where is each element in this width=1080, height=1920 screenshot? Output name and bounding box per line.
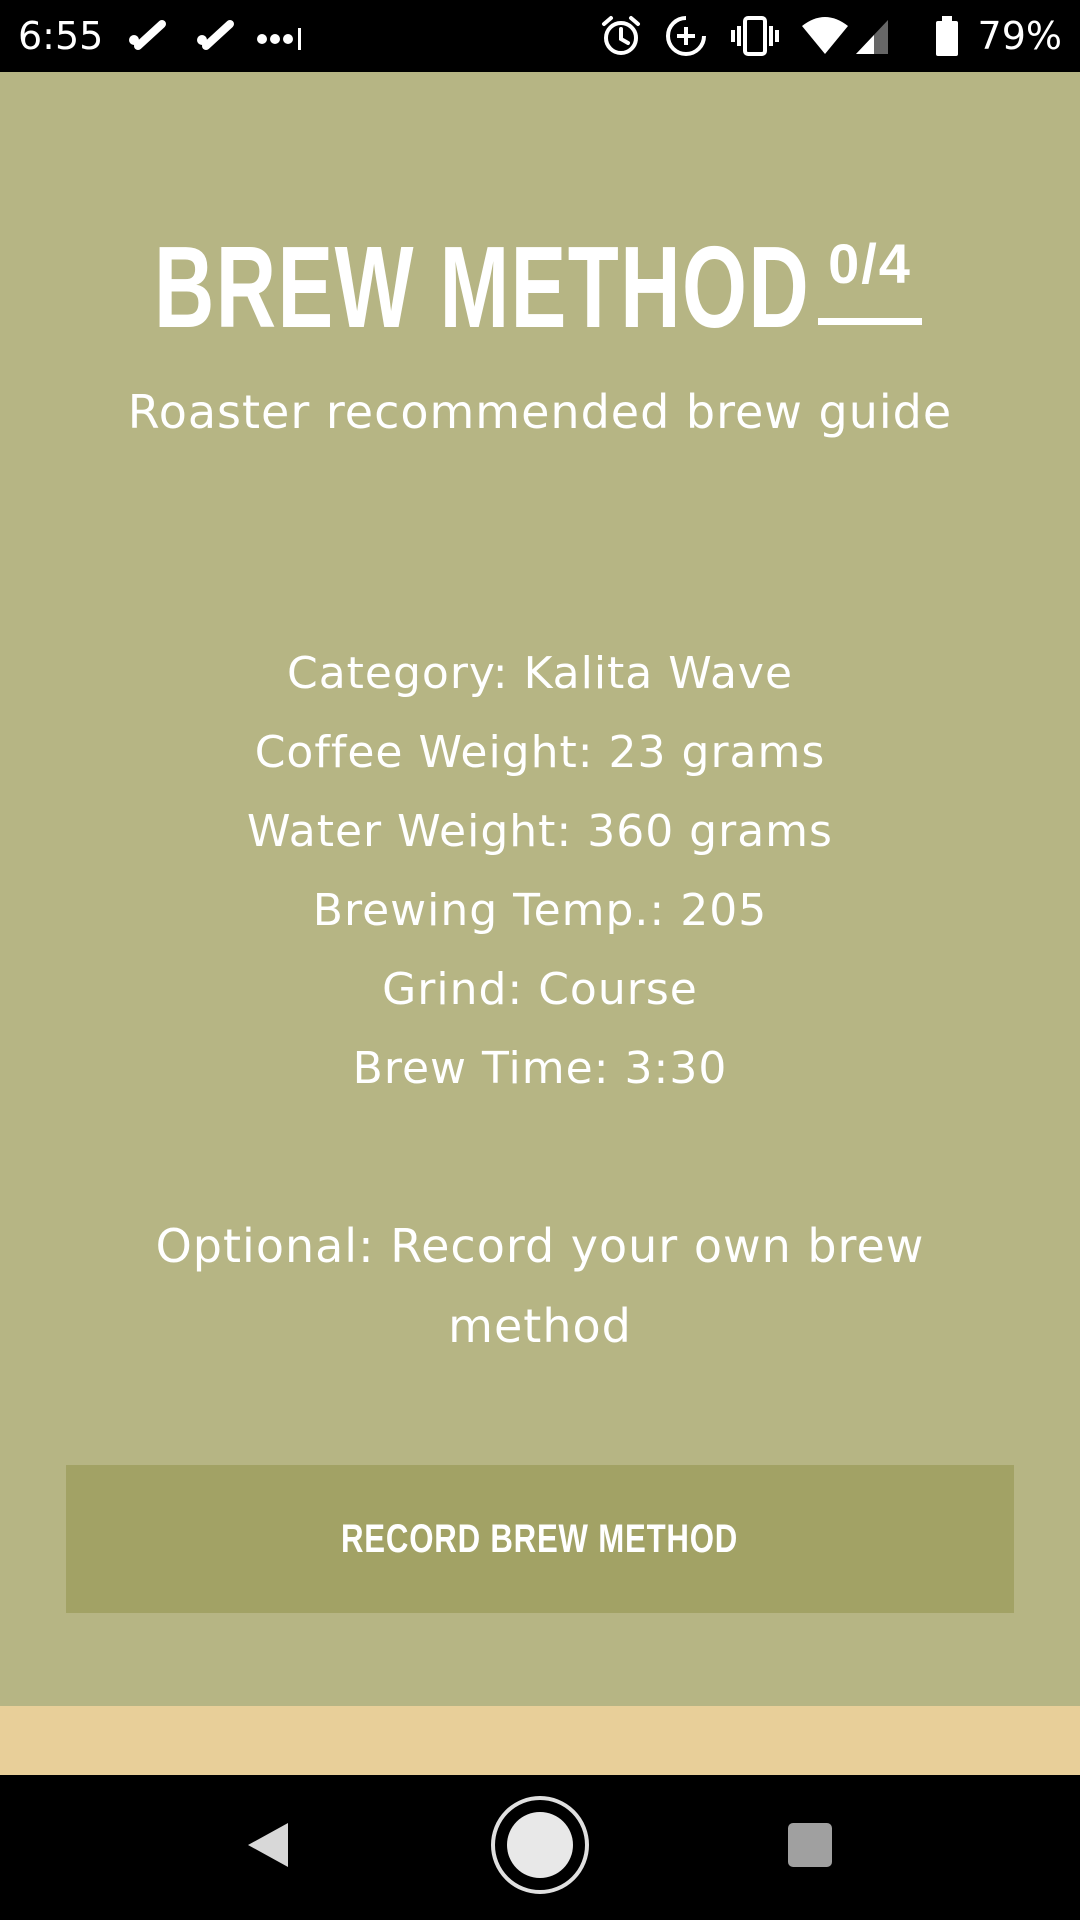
detail-grind: Grind: Course (382, 964, 698, 1015)
optional-note: Optional: Record your own brew method (155, 1219, 925, 1353)
alarm-icon (600, 14, 642, 62)
detail-category: Category: Kalita Wave (286, 648, 794, 699)
record-brew-method-label: RECORD BREW METHOD (341, 1517, 739, 1561)
step-counter: 0/4 (828, 232, 912, 295)
record-brew-method-button[interactable]: RECORD BREW METHOD (66, 1465, 1014, 1613)
detail-coffee-weight: Coffee Weight: 23 grams (254, 727, 826, 778)
more-notifications-icon (256, 20, 304, 58)
check-notification-icon (128, 20, 168, 58)
brew-details: Category: Kalita Wave Coffee Weight: 23 … (0, 634, 1080, 1108)
status-time: 6:55 (18, 14, 104, 58)
page-title: BREW METHOD (154, 222, 811, 352)
battery-icon (934, 14, 960, 62)
step-counter-underline (818, 318, 922, 325)
status-bar: 6:55 79% (0, 0, 1080, 72)
title-row: BREW METHOD 0/4 (0, 222, 1080, 362)
recents-icon (787, 1822, 833, 1872)
data-saver-icon (664, 14, 708, 62)
back-button[interactable] (218, 1797, 318, 1897)
vibrate-icon (730, 14, 780, 62)
detail-brewing-temp: Brewing Temp.: 205 (312, 885, 768, 936)
detail-brew-time: Brew Time: 3:30 (352, 1043, 728, 1094)
subtitle: Roaster recommended brew guide (127, 385, 953, 439)
back-icon (244, 1819, 292, 1875)
wifi-icon (800, 14, 850, 62)
home-button[interactable] (490, 1795, 590, 1899)
check-notification-icon (196, 20, 236, 58)
recents-button[interactable] (760, 1797, 860, 1897)
brew-method-panel: BREW METHOD 0/4 Roaster recommended brew… (0, 72, 1080, 1706)
footer-strip (0, 1706, 1080, 1775)
cell-signal-icon (852, 14, 892, 62)
nav-bar (0, 1775, 1080, 1920)
battery-percent: 79% (977, 14, 1062, 58)
detail-water-weight: Water Weight: 360 grams (247, 806, 833, 857)
home-icon (490, 1795, 590, 1899)
